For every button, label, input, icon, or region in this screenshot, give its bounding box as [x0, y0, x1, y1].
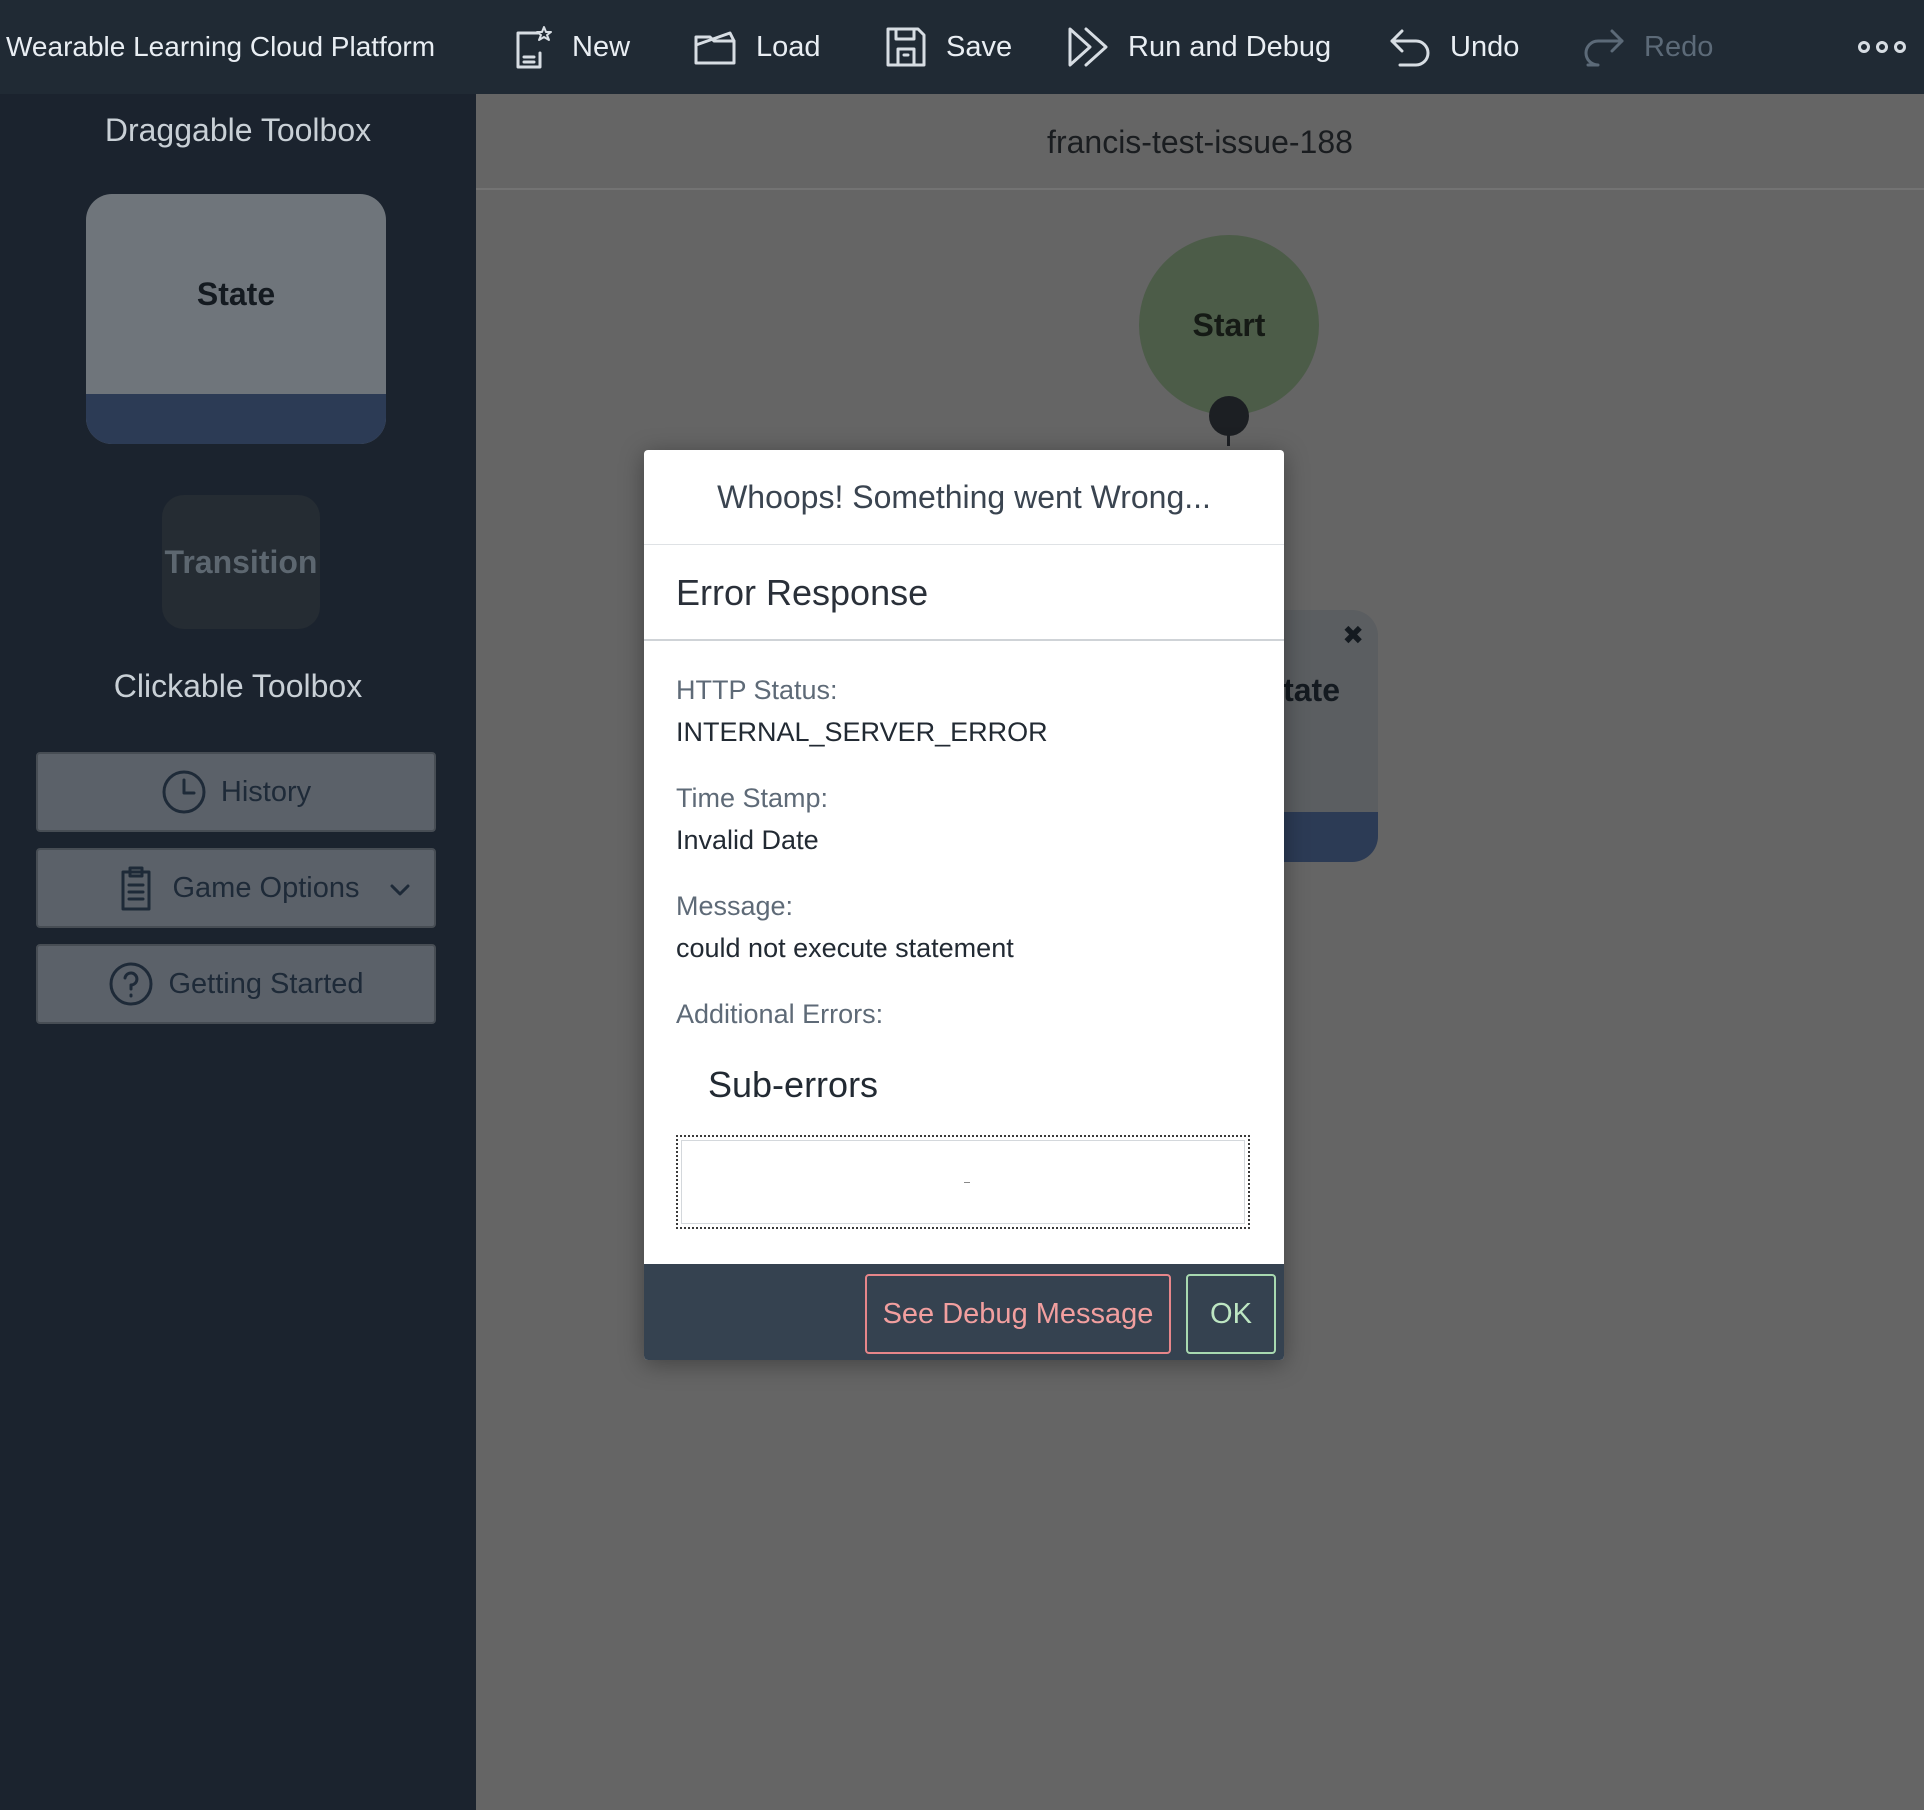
new-label: New	[572, 30, 631, 63]
game-options-label: Game Options	[172, 871, 360, 904]
timestamp-label: Time Stamp:	[676, 783, 829, 813]
redo-label: Redo	[1644, 30, 1714, 63]
clickable-toolbox-heading: Clickable Toolbox	[113, 668, 363, 704]
top-toolbar: Wearable Learning Cloud Platform New Loa…	[0, 0, 1924, 94]
new-button[interactable]: New	[508, 0, 630, 94]
ok-button[interactable]: OK	[1186, 1274, 1276, 1354]
run-debug-button[interactable]: Run and Debug	[1064, 0, 1331, 94]
history-label: History	[220, 775, 312, 808]
draggable-state-label: State	[196, 276, 276, 312]
see-debug-message-button[interactable]: See Debug Message	[865, 1274, 1171, 1354]
dialog-subtitle: Error Response	[676, 572, 929, 613]
redo-icon	[1584, 29, 1624, 67]
save-icon	[886, 27, 926, 67]
history-button[interactable]: History	[36, 752, 436, 832]
clipboard-icon	[121, 866, 150, 911]
close-icon[interactable]: ✖	[1342, 620, 1364, 651]
save-button[interactable]: Save	[882, 0, 1012, 94]
message-value: could not execute statement	[676, 933, 1014, 963]
dialog-title: Whoops! Something went Wrong...	[644, 450, 1284, 545]
dialog-footer: See Debug Message OK	[644, 1264, 1284, 1360]
additional-errors-label: Additional Errors:	[676, 999, 884, 1029]
divider	[644, 639, 1284, 641]
message-label: Message:	[676, 891, 794, 921]
more-icon[interactable]	[1858, 0, 1906, 94]
getting-started-button[interactable]: Getting Started	[36, 944, 436, 1024]
sub-errors-list	[676, 1135, 1250, 1229]
getting-started-label: Getting Started	[168, 967, 364, 1000]
timestamp-value: Invalid Date	[676, 825, 819, 855]
app-title: Wearable Learning Cloud Platform	[6, 31, 436, 62]
draggable-state[interactable]: State	[86, 194, 386, 444]
sub-errors-title: Sub-errors	[708, 1064, 879, 1105]
undo-button[interactable]: Undo	[1386, 0, 1519, 94]
http-status-label: HTTP Status:	[676, 675, 838, 705]
load-label: Load	[756, 30, 821, 63]
folder-icon	[694, 31, 736, 65]
history-clock-icon	[162, 770, 206, 814]
save-label: Save	[946, 30, 1013, 63]
load-button[interactable]: Load	[692, 0, 821, 94]
run-debug-icon	[1068, 27, 1108, 67]
start-node[interactable]: Start	[1139, 235, 1319, 415]
toolbox-sidebar: Draggable Toolbox State Transition Click…	[0, 94, 476, 1810]
undo-icon	[1390, 29, 1430, 67]
game-options-button[interactable]: Game Options	[36, 848, 436, 928]
new-document-icon	[516, 26, 552, 69]
help-circle-icon	[109, 962, 153, 1006]
http-status-value: INTERNAL_SERVER_ERROR	[676, 717, 1048, 747]
draggable-state-footer	[86, 394, 386, 444]
game-name-title: francis-test-issue-188	[476, 94, 1924, 190]
error-dialog: Whoops! Something went Wrong... Error Re…	[644, 450, 1284, 1360]
run-debug-label: Run and Debug	[1128, 30, 1332, 63]
draggable-transition[interactable]: Transition	[162, 495, 320, 629]
undo-label: Undo	[1450, 30, 1520, 63]
chevron-down-icon	[390, 884, 410, 896]
start-node-port[interactable]	[1209, 396, 1249, 436]
draggable-toolbox-heading: Draggable Toolbox	[104, 112, 372, 148]
redo-button[interactable]: Redo	[1580, 0, 1713, 94]
